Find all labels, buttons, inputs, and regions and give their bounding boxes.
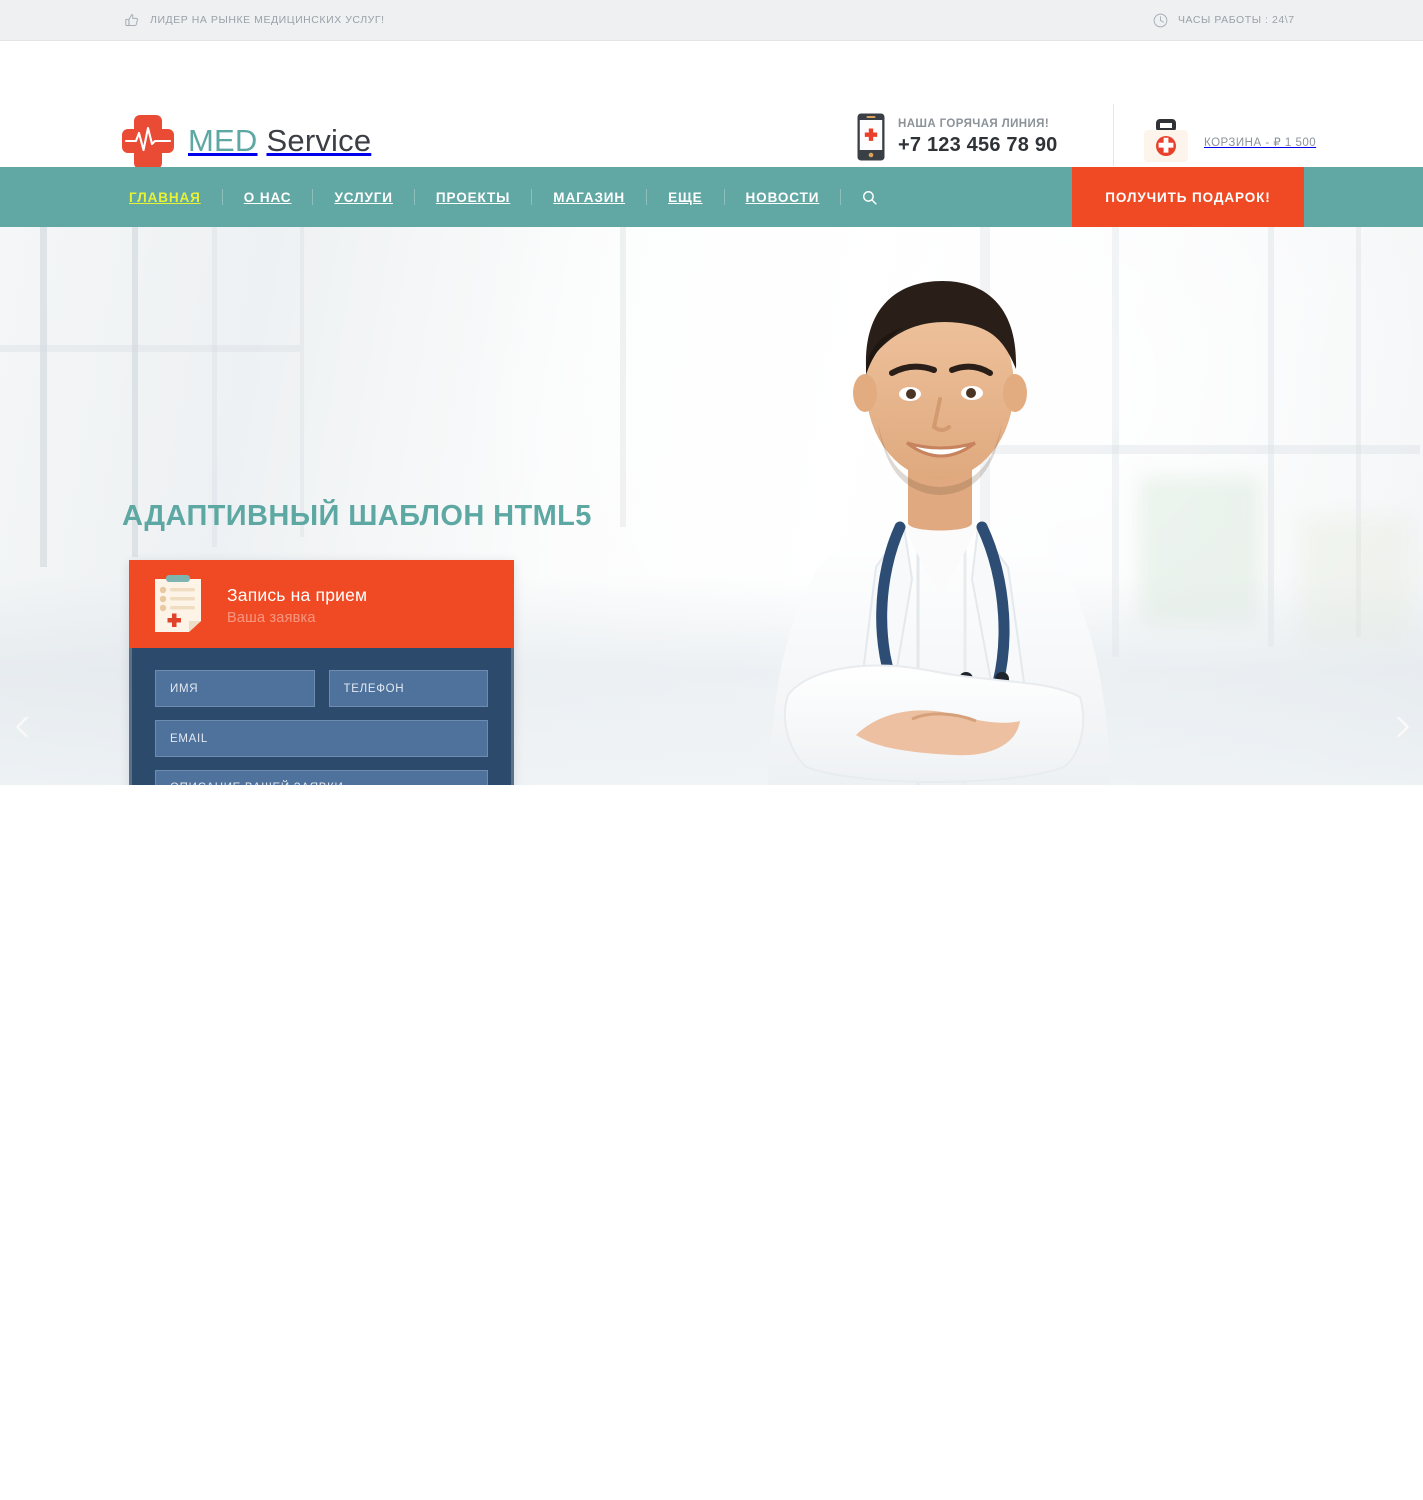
header-divider <box>1113 104 1114 166</box>
logo-text-med: MED <box>188 123 258 158</box>
first-aid-kit-icon <box>1142 119 1190 165</box>
chevron-left-icon <box>14 716 31 738</box>
topbar-working-hours: ЧАСЫ РАБОТЫ : 24\7 <box>1152 12 1295 29</box>
appointment-form-body: ГОТОВО <box>129 648 514 785</box>
nav-search-button[interactable] <box>841 167 898 227</box>
phone-input[interactable] <box>328 670 488 707</box>
logo-text-service: Service <box>266 123 372 158</box>
hotline-block: НАША ГОРЯЧАЯ ЛИНИЯ! +7 123 456 78 90 <box>857 113 1057 161</box>
nav-item-eshe[interactable]: ЕЩЕ <box>647 167 723 227</box>
cart-link[interactable]: КОРЗИНА - ₽ 1 500 <box>1142 119 1316 165</box>
cart-label: КОРЗИНА - ₽ 1 500 <box>1204 137 1317 149</box>
topbar-leader-notice: ЛИДЕР НА РЫНКЕ МЕДИЦИНСКИХ УСЛУГ! <box>124 12 385 29</box>
search-icon <box>863 190 877 205</box>
nav-item-magazin[interactable]: МАГАЗИН <box>532 167 646 227</box>
hero-next-arrow[interactable] <box>1388 714 1414 740</box>
main-nav: ГЛАВНАЯ О НАС УСЛУГИ ПРОЕКТЫ МАГАЗИН ЕЩЕ… <box>0 167 1423 227</box>
services-section: ОСНОВНЫЕ УСЛУГИ ‹ › <box>0 785 1423 1500</box>
nav-item-glavnaya[interactable]: ГЛАВНАЯ <box>108 167 222 227</box>
nav-item-proekty[interactable]: ПРОЕКТЫ <box>415 167 531 227</box>
appointment-form-subtitle: Ваша заявка <box>227 609 316 626</box>
topbar-hours-text: ЧАСЫ РАБОТЫ : 24\7 <box>1178 14 1295 26</box>
appointment-form-heading: Запись на прием Ваша заявка <box>227 583 367 626</box>
logo-text: MED Service <box>188 123 371 159</box>
appointment-form-row-1 <box>155 670 488 707</box>
hotline-label: НАША ГОРЯЧАЯ ЛИНИЯ! <box>898 117 1050 130</box>
hero-slider: АДАПТИВНЫЙ ШАБЛОН HTML5 Запись на прием … <box>0 227 1423 785</box>
thumbs-up-icon <box>124 12 141 29</box>
clipboard-medical-icon <box>151 574 205 634</box>
appointment-form-title: Запись на прием <box>227 584 368 605</box>
topbar-leader-text: ЛИДЕР НА РЫНКЕ МЕДИЦИНСКИХ УСЛУГ! <box>150 14 385 26</box>
site-header: MED Service НАША ГОРЯЧАЯ ЛИНИЯ! +7 123 4… <box>0 41 1423 169</box>
top-bar: ЛИДЕР НА РЫНКЕ МЕДИЦИНСКИХ УСЛУГ! ЧАСЫ Р… <box>0 0 1423 41</box>
hotline-number: +7 123 456 78 90 <box>898 133 1058 156</box>
logo[interactable]: MED Service <box>122 113 371 169</box>
hero-title: АДАПТИВНЫЙ ШАБЛОН HTML5 <box>122 500 592 532</box>
email-input[interactable] <box>155 720 488 757</box>
message-textarea[interactable] <box>155 770 488 785</box>
get-gift-button[interactable]: ПОЛУЧИТЬ ПОДАРОК! <box>1072 167 1304 227</box>
appointment-form-row-2 <box>155 720 488 757</box>
mobile-phone-cross-icon <box>857 113 885 161</box>
medical-cross-pulse-icon <box>122 113 174 169</box>
nav-item-novosti[interactable]: НОВОСТИ <box>725 167 841 227</box>
chevron-right-icon <box>1394 716 1411 738</box>
hero-prev-arrow[interactable] <box>11 714 37 740</box>
appointment-form: Запись на прием Ваша заявка ГОТОВО <box>129 560 514 785</box>
nav-list: ГЛАВНАЯ О НАС УСЛУГИ ПРОЕКТЫ МАГАЗИН ЕЩЕ… <box>108 167 898 227</box>
name-input[interactable] <box>155 670 315 707</box>
hotline-text: НАША ГОРЯЧАЯ ЛИНИЯ! +7 123 456 78 90 <box>898 118 1057 157</box>
appointment-form-row-3 <box>155 770 488 785</box>
page-root: ЛИДЕР НА РЫНКЕ МЕДИЦИНСКИХ УСЛУГ! ЧАСЫ Р… <box>0 0 1423 1500</box>
nav-item-uslugi[interactable]: УСЛУГИ <box>313 167 413 227</box>
appointment-form-header: Запись на прием Ваша заявка <box>129 560 514 648</box>
nav-item-o-nas[interactable]: О НАС <box>223 167 313 227</box>
clock-icon <box>1152 12 1169 29</box>
